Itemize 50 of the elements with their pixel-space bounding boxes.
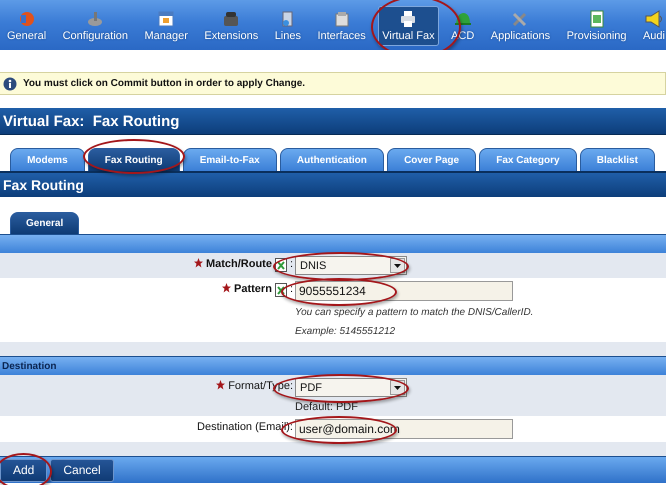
required-icon	[222, 283, 232, 293]
ball-icon	[18, 10, 36, 28]
caret-icon	[394, 386, 401, 390]
tab[interactable]: Blacklist	[580, 148, 655, 171]
input-field[interactable]: 9055551234	[295, 281, 513, 301]
form-button[interactable]: Cancel	[50, 458, 114, 482]
field-label: Pattern	[234, 283, 272, 295]
dropdown[interactable]: PDF	[295, 378, 407, 397]
hint-text: You can specify a pattern to match the DNIS/CallerID.	[295, 306, 534, 320]
field-label: Match/Route	[206, 258, 272, 270]
notice-text: You must click on Commit button in order to apply Change.	[23, 78, 306, 89]
speaker-icon	[644, 10, 663, 28]
info-icon	[3, 76, 17, 90]
document-icon	[588, 10, 606, 28]
tab[interactable]: Cover Page	[386, 148, 476, 171]
page-title: Virtual Fax: Fax Routing	[0, 108, 666, 135]
printer-icon	[399, 10, 418, 28]
nav-item[interactable]: Lines	[270, 6, 305, 46]
tab[interactable]: Email-to-Fax	[182, 148, 277, 171]
device-icon	[332, 10, 351, 28]
hint-text: Example: 5145551212	[295, 325, 396, 339]
nav-item[interactable]: Manager	[140, 6, 192, 46]
tool-icon	[86, 10, 104, 28]
nav-item[interactable]: General	[3, 6, 50, 46]
nav-item[interactable]: Applications	[486, 6, 554, 46]
calendar-icon	[157, 10, 176, 28]
nav-item[interactable]: Provisioning	[562, 6, 630, 46]
nav-item[interactable]: Virtual Fax	[378, 6, 439, 46]
caret-icon	[394, 264, 401, 268]
tab[interactable]: Fax Routing	[88, 148, 180, 171]
section-header: Destination	[0, 356, 666, 375]
tab[interactable]: Modems	[10, 148, 85, 171]
document-icon	[274, 283, 287, 297]
tab[interactable]: Authentication	[280, 148, 384, 171]
tab[interactable]: Fax Category	[479, 148, 577, 171]
nav-item[interactable]: Interfaces	[313, 6, 370, 46]
nav-item[interactable]: Audi	[638, 6, 666, 46]
colon-text: :	[290, 283, 293, 295]
nav-item[interactable]: Configuration	[58, 6, 132, 46]
required-icon	[194, 258, 203, 268]
phone-icon	[222, 10, 240, 28]
required-icon	[216, 380, 226, 390]
section-title: Fax Routing	[0, 171, 666, 197]
nav-item[interactable]: Extensions	[200, 6, 262, 46]
tab[interactable]: General	[10, 212, 80, 234]
document-icon	[274, 258, 287, 272]
form-button[interactable]: Add	[0, 458, 48, 482]
colon-text: :	[290, 258, 293, 270]
helmet-icon	[454, 10, 472, 28]
dropdown[interactable]: DNIS	[295, 256, 407, 275]
